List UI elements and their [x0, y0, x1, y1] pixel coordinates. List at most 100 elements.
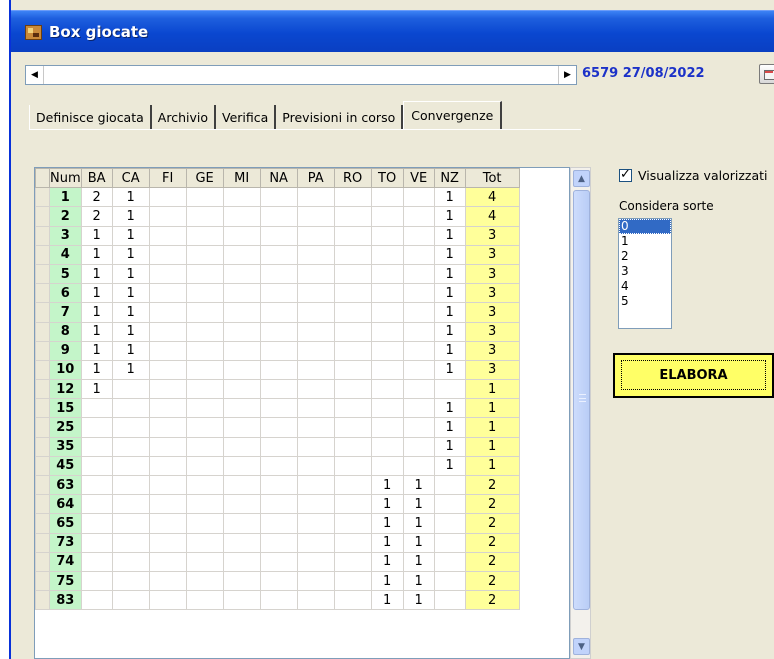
cell-ca[interactable]	[111, 474, 150, 496]
scroll-right-button[interactable]: ▶	[558, 66, 576, 84]
cell-ro[interactable]	[333, 436, 372, 457]
row-indicator[interactable]	[35, 590, 50, 611]
cell-ba[interactable]	[80, 417, 113, 438]
cell-nz[interactable]: 1	[433, 302, 466, 323]
cell-nz[interactable]: 1	[433, 436, 466, 457]
cell-tot[interactable]: 4	[464, 206, 520, 227]
cell-ro[interactable]	[333, 474, 372, 496]
row-indicator[interactable]	[35, 398, 50, 419]
column-header-mi[interactable]: MI	[222, 168, 261, 189]
cell-tot[interactable]: 1	[464, 417, 520, 438]
cell-nz[interactable]	[433, 379, 466, 400]
sorte-option[interactable]: 1	[619, 234, 671, 249]
cell-fi[interactable]	[148, 244, 187, 265]
cell-tot[interactable]: 2	[464, 474, 520, 496]
cell-ve[interactable]: 1	[402, 494, 435, 515]
row-indicator[interactable]	[35, 340, 50, 361]
show-valued-option[interactable]: ✓ Visualizza valorizzati	[619, 167, 768, 183]
cell-na[interactable]	[259, 379, 298, 400]
cell-nz[interactable]: 1	[433, 283, 466, 304]
table-row[interactable]: 12 1 1	[35, 379, 520, 400]
cell-fi[interactable]	[148, 532, 187, 553]
cell-ca[interactable]: 1	[111, 206, 150, 227]
cell-num[interactable]: 10	[49, 359, 82, 381]
column-header-tot[interactable]: Tot	[464, 168, 520, 189]
cell-tot[interactable]: 3	[464, 225, 520, 246]
cell-na[interactable]	[259, 494, 298, 515]
cell-ge[interactable]	[185, 570, 224, 592]
cell-num[interactable]: 5	[49, 263, 82, 285]
sorte-option[interactable]: 5	[619, 294, 671, 309]
cell-fi[interactable]	[148, 302, 187, 323]
cell-to[interactable]	[370, 340, 404, 361]
cell-ba[interactable]	[80, 590, 113, 611]
cell-ge[interactable]	[185, 455, 224, 477]
cell-mi[interactable]	[222, 455, 261, 477]
cell-tot[interactable]: 2	[464, 532, 520, 553]
cell-num[interactable]: 63	[49, 474, 82, 496]
cell-pa[interactable]	[296, 187, 335, 208]
row-indicator[interactable]	[35, 206, 50, 227]
row-indicator[interactable]	[35, 513, 50, 534]
cell-na[interactable]	[259, 206, 298, 227]
draw-scrollbar[interactable]: ◀ ▶	[25, 65, 577, 85]
cell-mi[interactable]	[222, 551, 261, 572]
cell-to[interactable]	[370, 263, 404, 285]
cell-num[interactable]: 74	[49, 551, 82, 572]
cell-na[interactable]	[259, 340, 298, 361]
row-indicator[interactable]	[35, 187, 50, 208]
column-header-na[interactable]: NA	[259, 168, 298, 189]
column-header-ba[interactable]: BA	[80, 168, 113, 189]
sorte-option[interactable]: 3	[619, 264, 671, 279]
cell-fi[interactable]	[148, 513, 187, 534]
cell-pa[interactable]	[296, 244, 335, 265]
cell-ve[interactable]	[402, 225, 435, 246]
cell-ba[interactable]: 1	[80, 225, 113, 246]
cell-ro[interactable]	[333, 321, 372, 342]
tab-archivio[interactable]: Archivio	[151, 105, 216, 129]
cell-num[interactable]: 9	[49, 340, 82, 361]
cell-fi[interactable]	[148, 283, 187, 304]
cell-tot[interactable]: 3	[464, 340, 520, 361]
cell-na[interactable]	[259, 225, 298, 246]
cell-num[interactable]: 64	[49, 494, 82, 515]
cell-mi[interactable]	[222, 417, 261, 438]
cell-fi[interactable]	[148, 187, 187, 208]
cell-ge[interactable]	[185, 436, 224, 457]
cell-ge[interactable]	[185, 359, 224, 381]
cell-ro[interactable]	[333, 494, 372, 515]
cell-num[interactable]: 8	[49, 321, 82, 342]
cell-ba[interactable]	[80, 551, 113, 572]
cell-num[interactable]: 6	[49, 283, 82, 304]
sorte-option[interactable]: 4	[619, 279, 671, 294]
cell-ve[interactable]	[402, 379, 435, 400]
elabora-button[interactable]: ELABORA	[613, 353, 774, 398]
row-indicator[interactable]	[35, 244, 50, 265]
row-indicator[interactable]	[35, 417, 50, 438]
cell-ro[interactable]	[333, 206, 372, 227]
table-row[interactable]: 73 1 1 2	[35, 532, 520, 553]
cell-tot[interactable]: 4	[464, 187, 520, 208]
cell-ve[interactable]	[402, 302, 435, 323]
cell-ve[interactable]: 1	[402, 474, 435, 496]
column-header-ge[interactable]: GE	[185, 168, 224, 189]
table-row[interactable]: 71113	[35, 302, 520, 323]
cell-ro[interactable]	[333, 513, 372, 534]
cell-pa[interactable]	[296, 590, 335, 611]
cell-ge[interactable]	[185, 340, 224, 361]
cell-fi[interactable]	[148, 340, 187, 361]
cell-pa[interactable]	[296, 206, 335, 227]
cell-ge[interactable]	[185, 474, 224, 496]
cell-ba[interactable]	[80, 494, 113, 515]
table-row[interactable]: 61113	[35, 283, 520, 304]
cell-fi[interactable]	[148, 570, 187, 592]
cell-ca[interactable]: 1	[111, 321, 150, 342]
cell-ca[interactable]	[111, 570, 150, 592]
cell-ro[interactable]	[333, 570, 372, 592]
column-header-fi[interactable]: FI	[148, 168, 187, 189]
cell-tot[interactable]: 3	[464, 359, 520, 381]
cell-na[interactable]	[259, 417, 298, 438]
cell-to[interactable]: 1	[370, 551, 404, 572]
cell-pa[interactable]	[296, 513, 335, 534]
cell-na[interactable]	[259, 590, 298, 611]
